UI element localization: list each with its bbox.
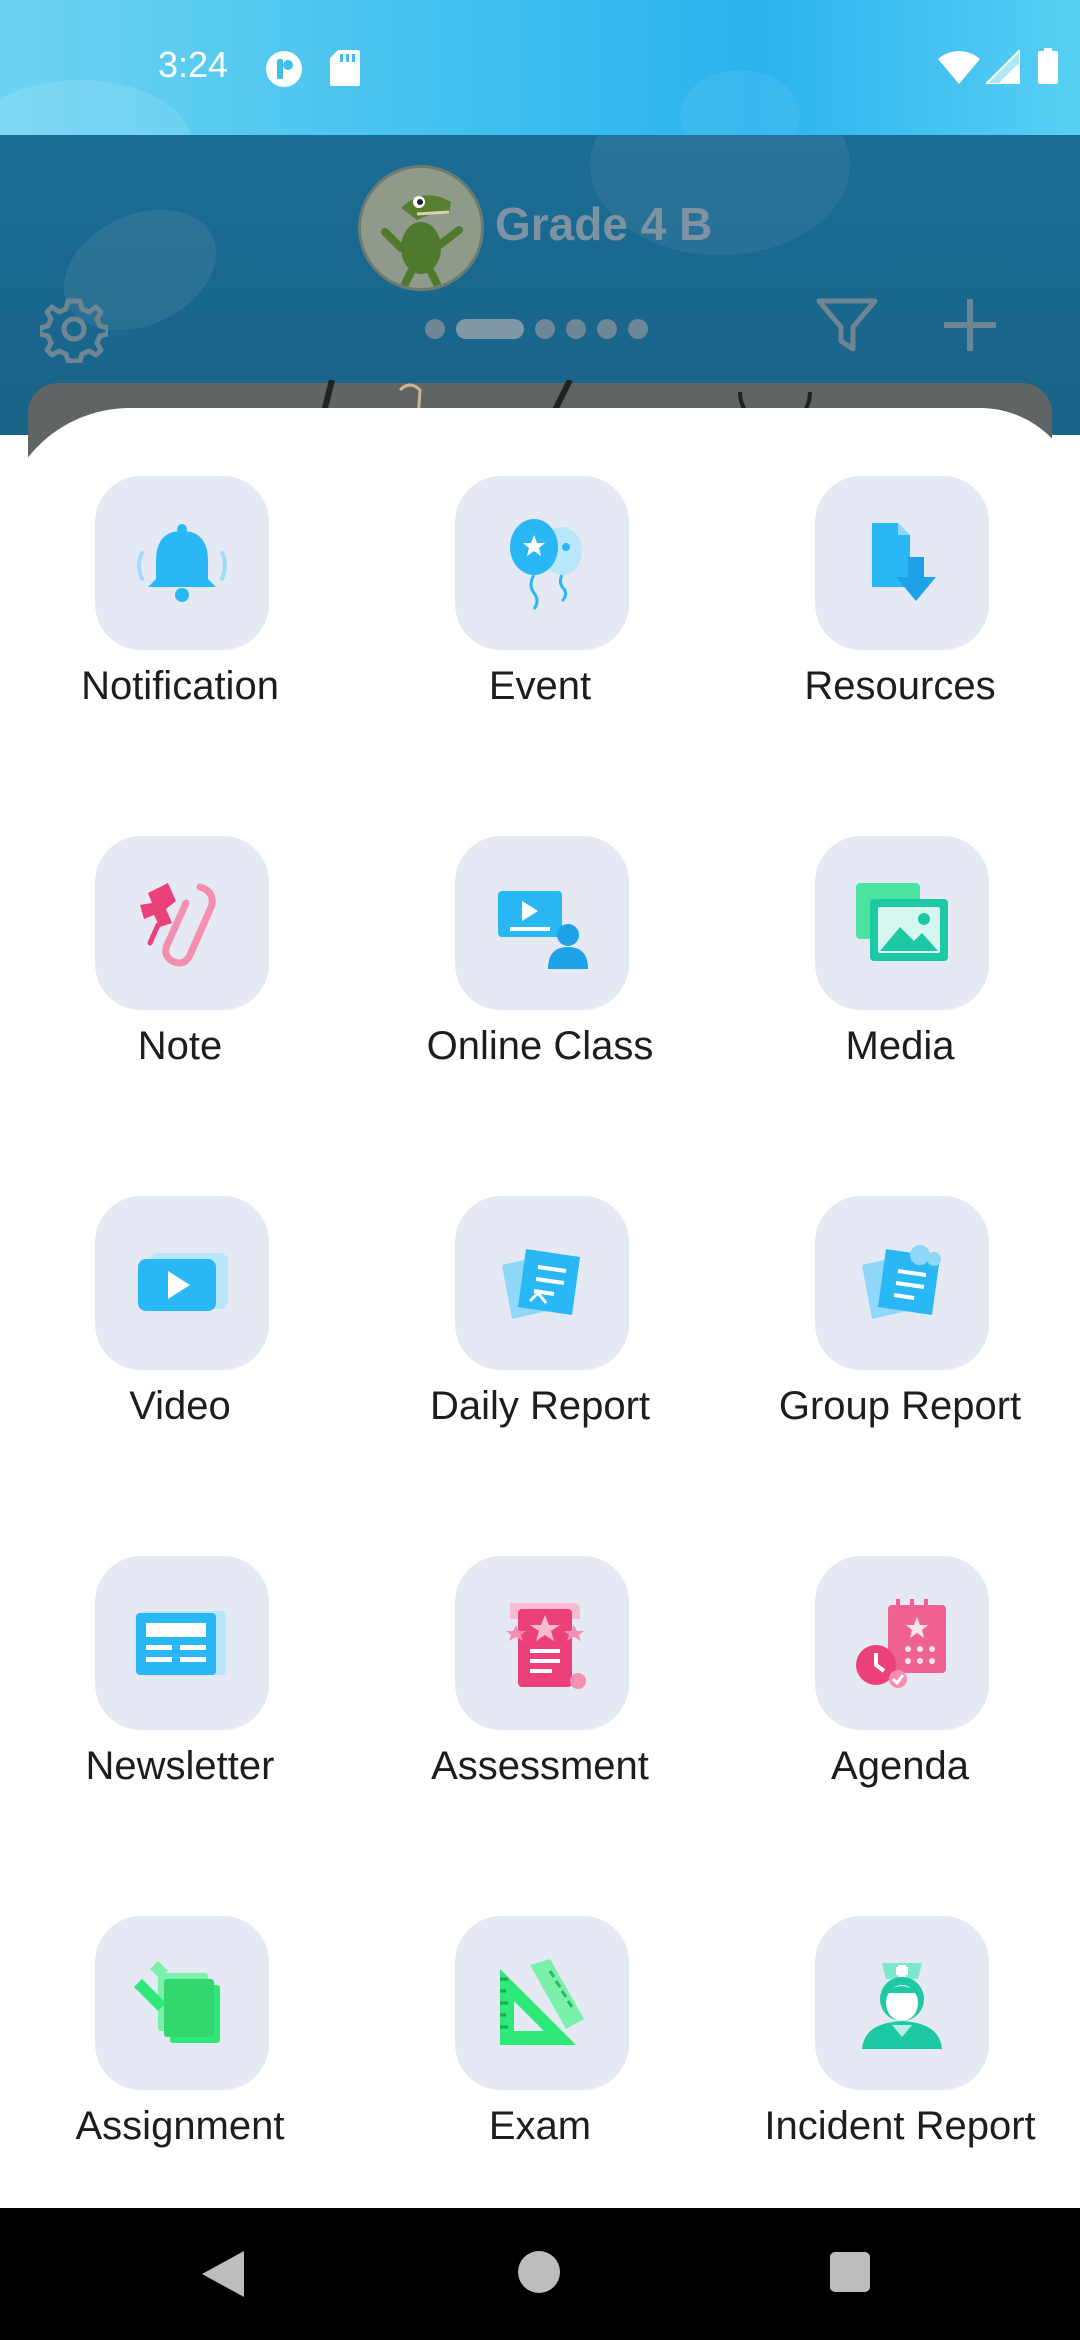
sd-card-icon	[330, 50, 360, 91]
menu-item-newsletter[interactable]: Newsletter	[0, 1556, 360, 1816]
menu-item-label: Note	[137, 1024, 223, 1068]
menu-item-assignment[interactable]: Assignment	[0, 1916, 360, 2176]
page-dot[interactable]	[597, 319, 617, 339]
menu-item-assessment[interactable]: Assessment	[360, 1556, 720, 1816]
group-report-icon	[815, 1196, 989, 1370]
menu-item-label: Exam	[488, 2104, 592, 2148]
menu-item-note[interactable]: Note	[0, 836, 360, 1096]
signal-icon	[983, 47, 1021, 89]
menu-item-label: Incident Report	[764, 2104, 1036, 2148]
menu-item-media[interactable]: Media	[720, 836, 1080, 1096]
pin-paperclip-icon	[95, 836, 269, 1010]
report-papers-icon	[455, 1196, 629, 1370]
page-dot[interactable]	[425, 319, 445, 339]
menu-item-incident-report[interactable]: Incident Report	[720, 1916, 1080, 2176]
play-video-icon	[95, 1196, 269, 1370]
back-icon[interactable]	[202, 2251, 244, 2302]
menu-item-label: Notification	[81, 664, 279, 708]
menu-item-daily-report[interactable]: Daily Report	[360, 1196, 720, 1456]
page-indicator	[425, 318, 648, 340]
gear-icon[interactable]	[37, 295, 111, 368]
class-title: Grade 4 B	[495, 198, 713, 250]
filter-icon[interactable]	[815, 295, 879, 360]
menu-item-agenda[interactable]: Agenda	[720, 1556, 1080, 1816]
page-dot-active[interactable]	[456, 319, 524, 339]
scroll-stars-icon	[455, 1556, 629, 1730]
status-bar: 3:24	[0, 0, 1080, 135]
menu-item-video[interactable]: Video	[0, 1196, 360, 1456]
menu-item-label: Group Report	[778, 1384, 1022, 1428]
app-notification-icon	[265, 50, 303, 93]
wifi-icon	[938, 50, 980, 89]
status-time: 3:24	[158, 44, 229, 85]
home-icon[interactable]	[518, 2251, 560, 2293]
menu-item-group-report[interactable]: Group Report	[720, 1196, 1080, 1456]
menu-item-resources[interactable]: Resources	[720, 476, 1080, 736]
menu-item-label: Assessment	[431, 1744, 649, 1788]
battery-icon	[1038, 48, 1058, 89]
menu-item-label: Newsletter	[85, 1744, 275, 1788]
plus-icon[interactable]	[942, 297, 998, 358]
gallery-icon	[815, 836, 989, 1010]
menu-item-label: Daily Report	[429, 1384, 651, 1428]
menu-item-label: Online Class	[426, 1024, 654, 1068]
page-dot[interactable]	[535, 319, 555, 339]
menu-item-label: Resources	[804, 664, 996, 708]
action-bottom-sheet: Notification Event Resources Note Online…	[0, 408, 1080, 2208]
presentation-user-icon	[455, 836, 629, 1010]
recents-icon[interactable]	[830, 2252, 870, 2292]
newspaper-icon	[95, 1556, 269, 1730]
page-dot[interactable]	[628, 319, 648, 339]
pencil-documents-icon	[95, 1916, 269, 2090]
menu-item-label: Video	[129, 1384, 231, 1428]
page-dot[interactable]	[566, 319, 586, 339]
class-avatar[interactable]	[358, 165, 484, 291]
calendar-clock-icon	[815, 1556, 989, 1730]
menu-item-label: Event	[488, 664, 592, 708]
balloons-icon	[455, 476, 629, 650]
menu-item-label: Assignment	[75, 2104, 285, 2148]
file-download-icon	[815, 476, 989, 650]
bell-icon	[95, 476, 269, 650]
menu-item-event[interactable]: Event	[360, 476, 720, 736]
menu-item-label: Media	[845, 1024, 955, 1068]
nurse-icon	[815, 1916, 989, 2090]
system-nav-bar	[0, 2208, 1080, 2340]
menu-item-label: Agenda	[831, 1744, 969, 1788]
menu-item-notification[interactable]: Notification	[0, 476, 360, 736]
menu-item-online-class[interactable]: Online Class	[360, 836, 720, 1096]
set-square-ruler-icon	[455, 1916, 629, 2090]
menu-item-exam[interactable]: Exam	[360, 1916, 720, 2176]
